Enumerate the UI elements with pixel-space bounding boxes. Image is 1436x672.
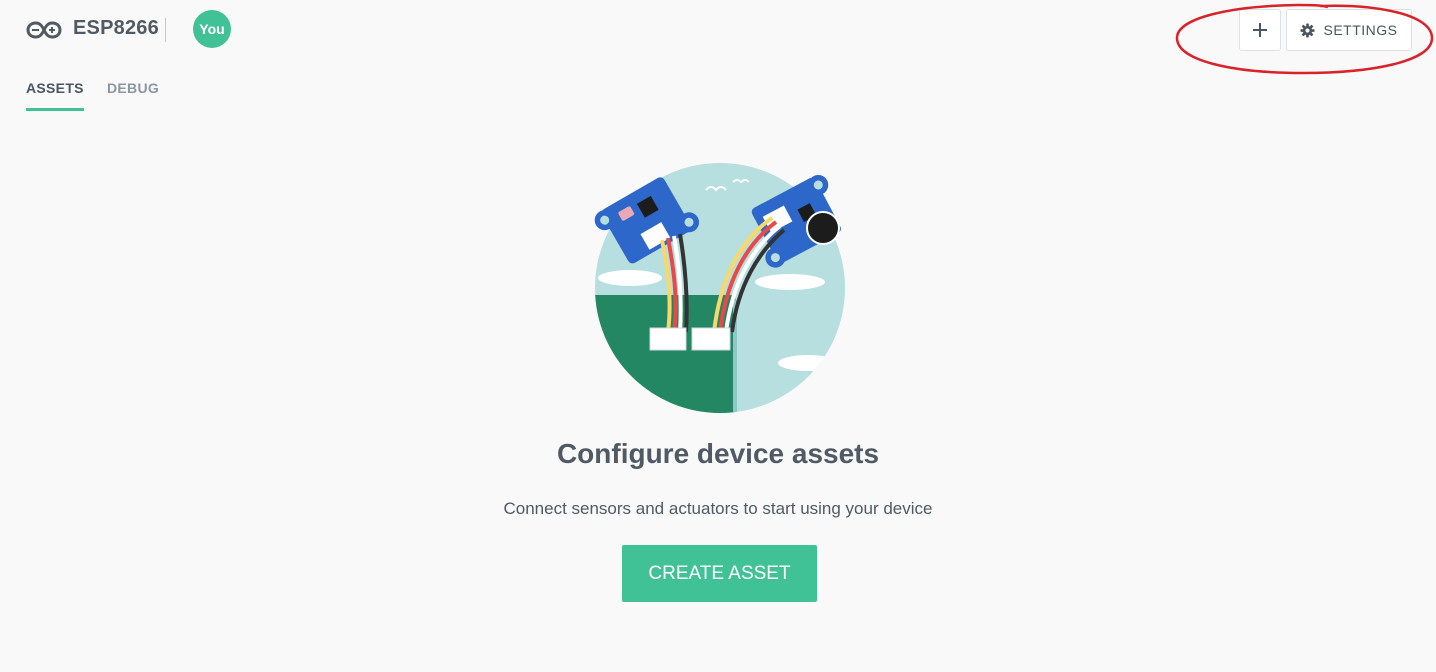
page-title: Configure device assets <box>556 438 880 469</box>
tab-assets[interactable]: ASSETS <box>26 80 84 111</box>
create-asset-button[interactable]: CREATE ASSET <box>622 545 817 602</box>
header-divider <box>165 18 166 42</box>
plus-icon <box>1253 23 1267 37</box>
infinity-icon <box>26 21 62 39</box>
settings-label: SETTINGS <box>1323 22 1398 38</box>
sensors-illustration <box>594 163 845 413</box>
avatar[interactable]: You <box>193 10 231 48</box>
tab-debug[interactable]: DEBUG <box>107 80 159 96</box>
gear-icon <box>1300 22 1316 38</box>
page-subtitle: Connect sensors and actuators to start u… <box>503 499 933 518</box>
add-button[interactable] <box>1239 9 1281 51</box>
device-name: ESP8266 <box>73 17 159 39</box>
settings-button[interactable]: SETTINGS <box>1286 9 1412 51</box>
top-bar: ESP8266 You SETTINGS <box>0 0 1436 75</box>
